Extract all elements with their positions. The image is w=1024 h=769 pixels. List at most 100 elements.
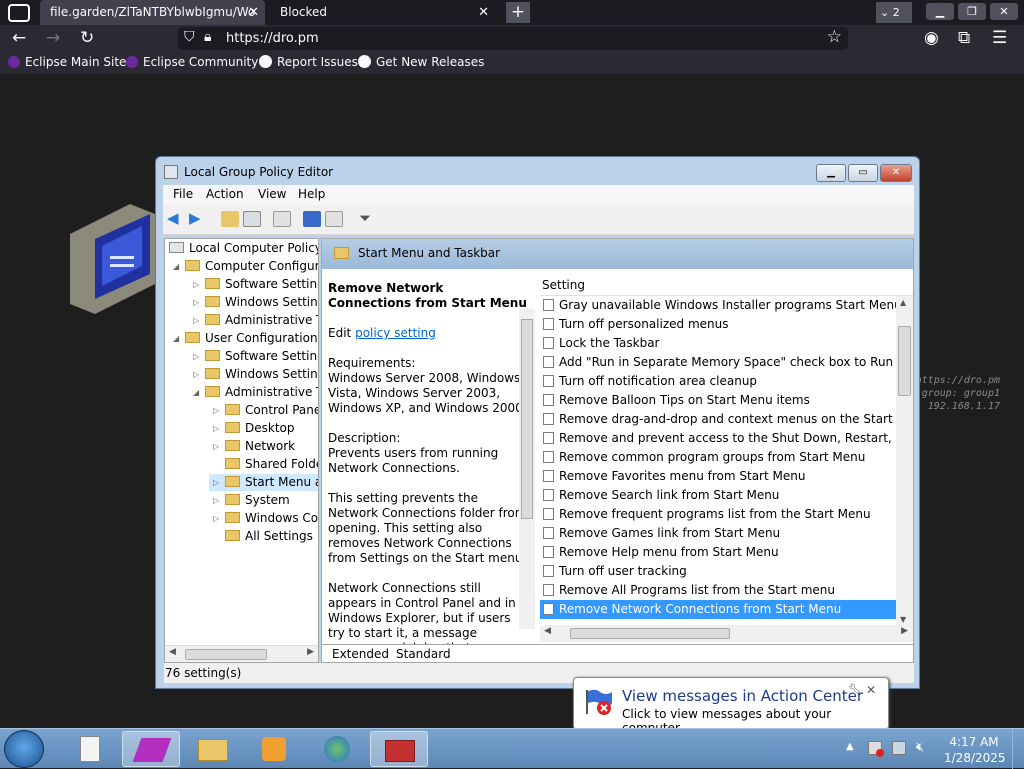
scroll-left-icon[interactable]: ◀ [169, 647, 176, 657]
menu-help[interactable]: Help [298, 187, 325, 201]
list-item[interactable]: Turn off user tracking [540, 562, 896, 581]
close-button[interactable]: ✕ [880, 164, 912, 182]
tree-node-windows-settings[interactable]: ▷ Windows Setting [189, 294, 318, 311]
forward-icon[interactable]: → [46, 28, 60, 48]
tab-blocked[interactable]: Blocked ✕ [270, 0, 495, 25]
tree-node-windows-settings[interactable]: ▷ Windows Setting [189, 366, 318, 383]
bookmark-get-new-releases[interactable]: Get New Releases [358, 55, 484, 69]
tree-node-system[interactable]: ▷ System [209, 492, 290, 509]
expand-arrow-icon[interactable]: ▷ [193, 348, 199, 365]
minimize-browser-button[interactable]: ▁ [926, 3, 954, 20]
close-notification-icon[interactable]: ✕ [866, 683, 876, 697]
scroll-thumb[interactable] [898, 326, 911, 396]
bookmark-eclipse-main[interactable]: Eclipse Main Site [8, 55, 126, 69]
volume-muted-icon[interactable]: 🔇︎ [916, 741, 930, 755]
tree-node-computer-configuration[interactable]: ◢ Computer Configura [169, 258, 318, 275]
tab-standard[interactable]: Standard [396, 647, 451, 661]
tree-node-user-configuration[interactable]: ◢ User Configuration [169, 330, 318, 347]
tree-node-administrative-templates[interactable]: ◢ Administrative Te [189, 384, 318, 401]
lock-icon[interactable]: 🔒︎ [204, 29, 211, 45]
forward-arrow-icon[interactable]: ▶ [189, 211, 207, 227]
show-desktop-button[interactable] [1012, 729, 1024, 769]
close-tab-icon[interactable]: ✕ [248, 0, 259, 25]
list-item[interactable]: Remove Favorites menu from Start Menu [540, 467, 896, 486]
bookmark-report-issues[interactable]: Report Issues [259, 55, 358, 69]
menu-file[interactable]: File [173, 187, 193, 201]
list-horizontal-scrollbar[interactable]: ◀ ▶ [540, 625, 913, 642]
notification-title[interactable]: View messages in Action Center [622, 687, 863, 705]
back-icon[interactable]: ← [12, 28, 26, 48]
tab-file-garden[interactable]: file.garden/ZlTaNTBYblwbIgmu/Wo ✕ [40, 0, 265, 25]
back-arrow-icon[interactable]: ◀ [167, 211, 185, 227]
tree-horizontal-scrollbar[interactable]: ◀ ▶ [165, 645, 318, 662]
list-item[interactable]: Remove drag-and-drop and context menus o… [540, 410, 896, 429]
list-item[interactable]: Remove Search link from Start Menu [540, 486, 896, 505]
filter-icon[interactable]: ⏷ [359, 211, 377, 227]
clock[interactable]: 4:17 AM 1/28/2025 [944, 734, 1006, 766]
scroll-thumb[interactable] [521, 319, 533, 519]
expand-arrow-icon[interactable]: ▷ [213, 420, 219, 437]
list-item-selected[interactable]: Remove Network Connections from Start Me… [540, 600, 896, 619]
tree-node-desktop[interactable]: ▷ Desktop [209, 420, 295, 437]
list-item[interactable]: Remove Help menu from Start Menu [540, 543, 896, 562]
expand-arrow-icon[interactable]: ▷ [213, 402, 219, 419]
scroll-down-icon[interactable]: ▼ [900, 615, 906, 624]
action-center-notification[interactable]: View messages in Action Center Click to … [573, 677, 889, 735]
scroll-up-icon[interactable]: ▲ [900, 298, 906, 307]
list-item[interactable]: Remove All Programs list from the Start … [540, 581, 896, 600]
shield-icon[interactable]: ⛉ [184, 29, 195, 45]
minimize-button[interactable]: ▁ [816, 164, 846, 182]
tree-node-windows-components[interactable]: ▷ Windows Cor [209, 510, 318, 527]
sidebar-toggle-icon[interactable] [8, 4, 30, 22]
expand-arrow-icon[interactable]: ▷ [193, 276, 199, 293]
start-button[interactable] [4, 730, 44, 768]
tree-node-all-settings[interactable]: All Settings [209, 528, 313, 545]
expand-arrow-icon[interactable]: ▷ [193, 366, 199, 383]
extensions-icon[interactable]: ⧉ [958, 28, 970, 48]
account-icon[interactable]: ◉ [924, 28, 939, 48]
policy-setting-link[interactable]: policy setting [355, 326, 436, 340]
expand-arrow-icon[interactable]: ▷ [213, 438, 219, 455]
menu-icon[interactable]: ☰ [992, 28, 1007, 48]
tree-node-network[interactable]: ▷ Network [209, 438, 295, 455]
menu-view[interactable]: View [258, 187, 286, 201]
bookmark-star-icon[interactable]: ☆ [827, 27, 842, 47]
list-item[interactable]: Remove Games link from Start Menu [540, 524, 896, 543]
export-list-icon[interactable] [273, 211, 291, 227]
list-vertical-scrollbar[interactable]: ▲ ▼ [896, 296, 913, 625]
tree-node-administrative-templates[interactable]: ▷ Administrative Te [189, 312, 318, 329]
taskbar-media-player-icon[interactable] [246, 731, 304, 767]
network-tray-icon[interactable] [892, 741, 906, 755]
new-tab-button[interactable]: + [506, 2, 530, 23]
tree-node-software-settings[interactable]: ▷ Software Settings [189, 276, 318, 293]
description-scrollbar[interactable] [519, 309, 535, 629]
tree-node-shared-folders[interactable]: Shared Folder [209, 456, 318, 473]
maximize-button[interactable]: ▭ [848, 164, 878, 182]
help-icon[interactable] [303, 211, 321, 227]
list-item[interactable]: Remove Balloon Tips on Start Menu items [540, 391, 896, 410]
list-item[interactable]: Remove common program groups from Start … [540, 448, 896, 467]
expand-arrow-icon[interactable]: ▷ [193, 312, 199, 329]
column-header-setting[interactable]: Setting [540, 275, 913, 296]
expand-arrow-icon[interactable]: ▷ [213, 474, 219, 491]
close-tab-icon[interactable]: ✕ [478, 0, 489, 25]
tree-node-local-computer-policy[interactable]: Local Computer Policy [169, 240, 318, 257]
expand-arrow-icon[interactable]: ▷ [213, 510, 219, 527]
expand-arrow-icon[interactable]: ▷ [213, 492, 219, 509]
show-hide-tree-icon[interactable] [243, 211, 261, 227]
tab-extended[interactable]: Extended [332, 647, 389, 661]
show-hidden-icons-icon[interactable]: ▲ [846, 741, 854, 752]
list-item[interactable]: Lock the Taskbar [540, 334, 896, 353]
options-icon[interactable]: 🔧︎ [848, 683, 862, 696]
scroll-thumb[interactable] [570, 628, 730, 639]
scroll-left-icon[interactable]: ◀ [544, 626, 551, 636]
taskbar-browser-icon[interactable] [122, 731, 180, 767]
address-bar[interactable]: ⛉ 🔒︎ https://dro.pm ☆ [178, 27, 848, 50]
tree-node-software-settings[interactable]: ▷ Software Settings [189, 348, 318, 365]
list-item[interactable]: Remove frequent programs list from the S… [540, 505, 896, 524]
taskbar-file-icon[interactable] [60, 731, 118, 767]
restore-browser-button[interactable]: ❐ [958, 3, 986, 20]
scroll-thumb[interactable] [185, 649, 267, 660]
list-item[interactable]: Turn off notification area cleanup [540, 372, 896, 391]
tree-node-start-menu-and-taskbar[interactable]: ▷ Start Menu ar [209, 474, 318, 491]
